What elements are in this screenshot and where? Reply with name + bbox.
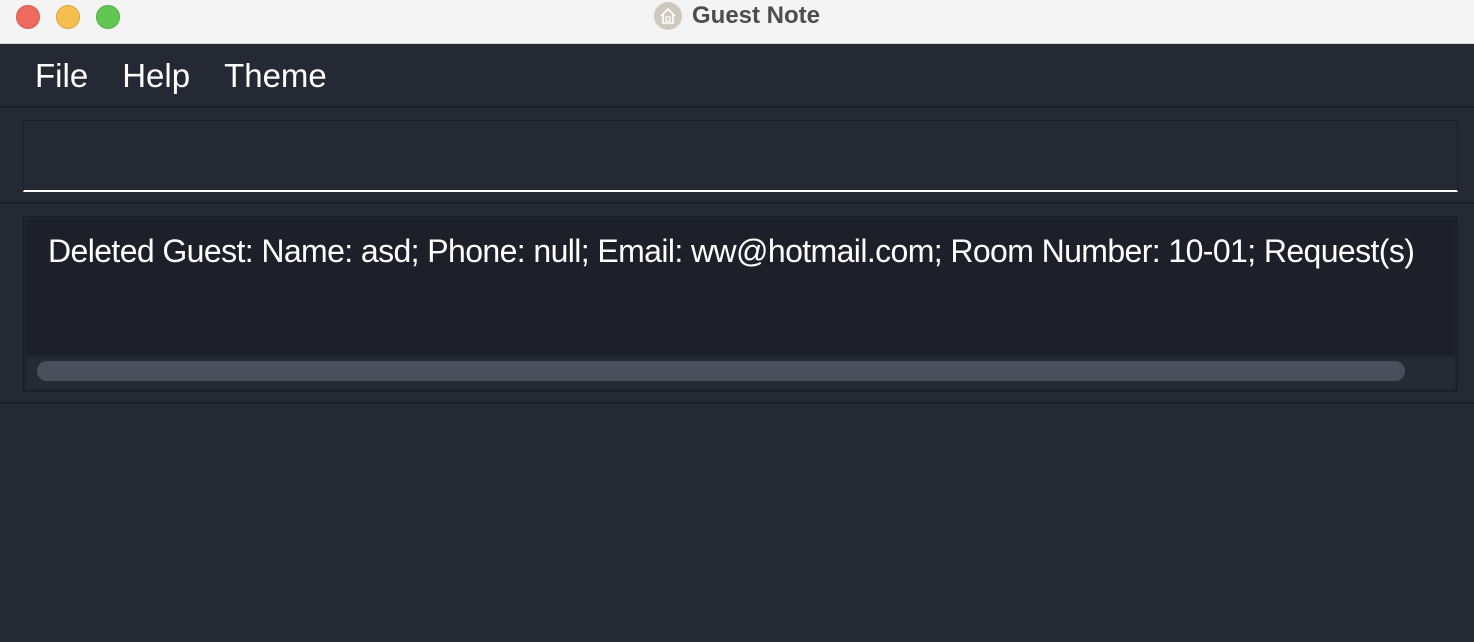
window-title: Guest Note <box>691 2 820 29</box>
menu-file[interactable]: File <box>18 44 105 107</box>
command-box <box>23 120 1458 192</box>
house-icon <box>653 2 682 30</box>
menu-help[interactable]: Help <box>105 44 207 107</box>
result-text-area[interactable]: Deleted Guest: Name: asd; Phone: null; E… <box>26 219 1455 355</box>
scrollbar-thumb[interactable] <box>37 361 1405 381</box>
result-pane: Deleted Guest: Name: asd; Phone: null; E… <box>0 206 1474 404</box>
title-bar: Guest Note <box>0 0 1474 44</box>
result-message: Deleted Guest: Name: asd; Phone: null; E… <box>48 233 1415 269</box>
menu-bar: File Help Theme <box>0 45 1474 108</box>
result-display: Deleted Guest: Name: asd; Phone: null; E… <box>23 216 1458 392</box>
command-input[interactable] <box>24 121 1457 190</box>
horizontal-scrollbar[interactable] <box>26 357 1455 389</box>
command-pane <box>0 110 1474 204</box>
guest-list-panel <box>0 406 1474 642</box>
menu-theme[interactable]: Theme <box>207 44 344 107</box>
window-title-group: Guest Note <box>0 0 1474 32</box>
